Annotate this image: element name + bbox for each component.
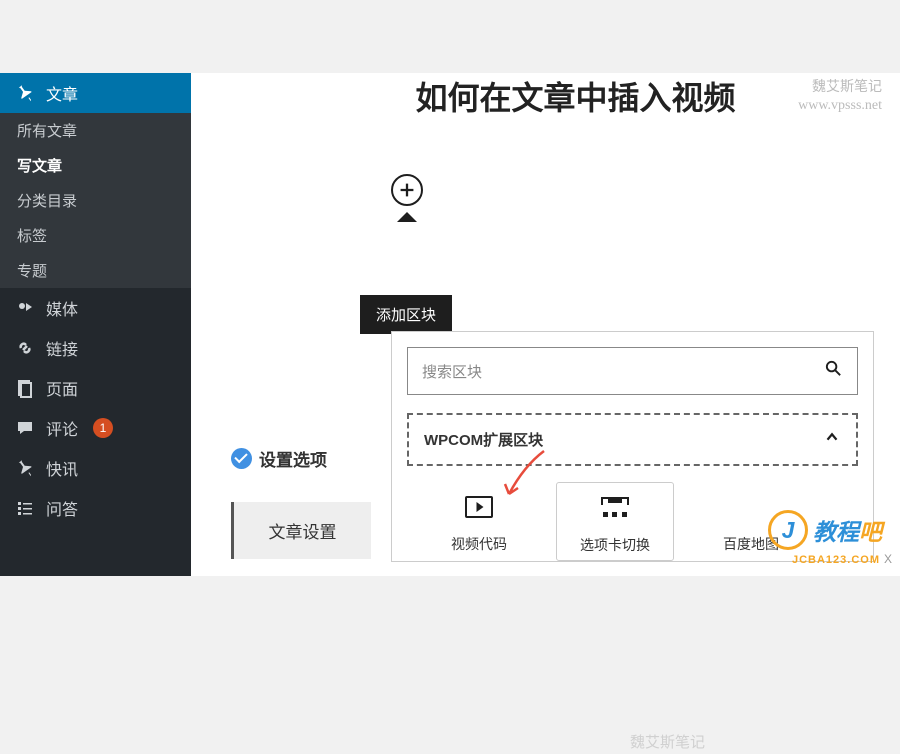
page-icon [15, 378, 35, 398]
add-block-button[interactable] [391, 174, 423, 206]
sidebar-label: 评论 [46, 416, 78, 440]
sidebar-item-media[interactable]: 媒体 [0, 288, 191, 328]
sidebar-label: 快讯 [46, 456, 78, 480]
search-placeholder: 搜索区块 [422, 361, 482, 382]
list-icon [15, 498, 35, 518]
sidebar-item-links[interactable]: 链接 [0, 328, 191, 368]
sidebar-label: 页面 [46, 376, 78, 400]
add-block-tooltip: 添加区块 [360, 295, 452, 334]
tab-post-settings[interactable]: 文章设置 [231, 502, 371, 559]
settings-header[interactable]: 设置选项 [231, 433, 371, 484]
block-label: 视频代码 [425, 534, 533, 554]
submenu-new-post[interactable]: 写文章 [0, 148, 191, 183]
pin-icon [15, 458, 35, 478]
tutorial-logo: J 教程吧 JCBA123.COM [768, 510, 882, 550]
comment-icon [15, 418, 35, 438]
block-category-header[interactable]: WPCOM扩展区块 [407, 413, 858, 466]
submenu-categories[interactable]: 分类目录 [0, 183, 191, 218]
video-icon [465, 496, 493, 518]
sidebar-label: 链接 [46, 336, 78, 360]
sidebar-item-pages[interactable]: 页面 [0, 368, 191, 408]
sidebar-label: 问答 [46, 496, 78, 520]
plus-icon [396, 179, 418, 201]
sidebar-label: 文章 [46, 81, 78, 105]
search-icon [824, 359, 843, 383]
logo-domain: JCBA123.COM [792, 554, 880, 566]
x-mark: X [884, 552, 892, 566]
search-blocks-input[interactable]: 搜索区块 [407, 347, 858, 395]
category-label: WPCOM扩展区块 [424, 429, 543, 450]
comments-count-badge: 1 [93, 418, 113, 438]
sidebar-item-faq[interactable]: 问答 [0, 488, 191, 528]
link-icon [15, 338, 35, 358]
sidebar-item-comments[interactable]: 评论 1 [0, 408, 191, 448]
logo-icon: J [768, 510, 808, 550]
watermark-top-right: 魏艾斯笔记www.vpsss.net [798, 79, 882, 115]
block-tabs-switch[interactable]: 选项卡切换 [556, 482, 674, 561]
tabs-icon [601, 497, 629, 519]
chevron-up-icon [823, 428, 841, 451]
sidebar-item-posts[interactable]: 文章 [0, 73, 191, 113]
submenu-tags[interactable]: 标签 [0, 218, 191, 253]
media-icon [15, 298, 35, 318]
block-video-code[interactable]: 视频代码 [420, 482, 538, 561]
check-circle-icon [231, 448, 252, 469]
settings-header-label: 设置选项 [259, 446, 327, 471]
sidebar-item-news[interactable]: 快讯 [0, 448, 191, 488]
block-label: 选项卡切换 [562, 535, 668, 555]
submenu-all-posts[interactable]: 所有文章 [0, 113, 191, 148]
pin-icon [15, 83, 35, 103]
sidebar-label: 媒体 [46, 296, 78, 320]
watermark-mid-center: 魏艾斯笔记 [630, 734, 705, 754]
submenu-topics[interactable]: 专题 [0, 253, 191, 288]
